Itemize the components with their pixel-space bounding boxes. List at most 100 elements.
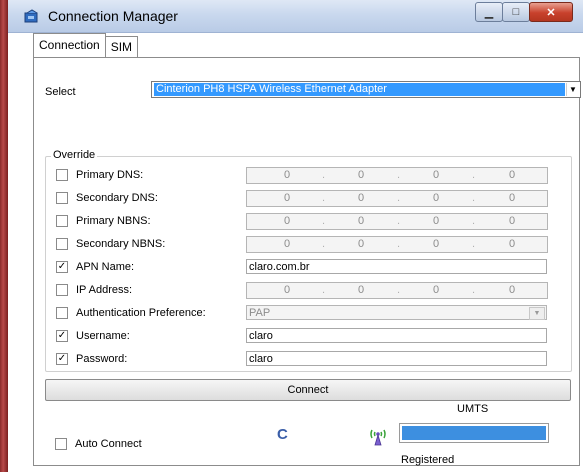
close-button[interactable]: ✕: [529, 2, 573, 22]
password-checkbox[interactable]: ✓: [56, 353, 68, 365]
maximize-button[interactable]: □: [502, 2, 530, 22]
connection-manager-window: Connection Manager ▁ □ ✕ Connection SIM …: [0, 0, 583, 472]
octet: 0: [433, 215, 440, 227]
secondary-dns-field: 0 . 0 . 0 . 0: [246, 190, 548, 207]
octet: 0: [509, 192, 516, 204]
dot-separator: .: [397, 284, 401, 296]
octet: 0: [358, 215, 365, 227]
octet: 0: [284, 192, 291, 204]
primary-dns-label: Primary DNS:: [76, 169, 144, 181]
dot-separator: .: [322, 169, 326, 181]
override-group: Override Primary DNS: 0 . 0 . 0 . 0 Seco…: [45, 149, 572, 372]
secondary-dns-row: Secondary DNS:: [56, 190, 158, 206]
username-input[interactable]: claro: [246, 328, 547, 343]
password-row: ✓ Password:: [56, 351, 127, 367]
minimize-button[interactable]: ▁: [475, 2, 503, 22]
octet: 0: [358, 169, 365, 181]
username-label: Username:: [76, 330, 130, 342]
apn-checkbox[interactable]: ✓: [56, 261, 68, 273]
override-group-title: Override: [51, 149, 98, 161]
apn-label: APN Name:: [76, 261, 135, 273]
secondary-nbns-row: Secondary NBNS:: [56, 236, 165, 252]
app-icon: [24, 9, 38, 23]
dot-separator: .: [397, 192, 401, 204]
loading-spinner-icon: C: [277, 426, 288, 443]
window-controls: ▁ □ ✕: [475, 2, 573, 22]
primary-dns-field: 0 . 0 . 0 . 0: [246, 167, 548, 184]
octet: 0: [358, 238, 365, 250]
dot-separator: .: [472, 215, 476, 227]
tab-strip: Connection SIM: [33, 33, 139, 57]
adapter-select-value: Cinterion PH8 HSPA Wireless Ethernet Ada…: [154, 83, 565, 96]
antenna-signal-icon: [370, 429, 386, 446]
dot-separator: .: [472, 238, 476, 250]
password-label: Password:: [76, 353, 128, 365]
auto-connect-label: Auto Connect: [75, 438, 142, 450]
window-title: Connection Manager: [48, 8, 178, 24]
octet: 0: [433, 169, 440, 181]
dot-separator: .: [322, 215, 326, 227]
secondary-dns-label: Secondary DNS:: [76, 192, 158, 204]
registration-status: Registered: [401, 454, 455, 466]
primary-nbns-row: Primary NBNS:: [56, 213, 151, 229]
signal-strength-fill: [402, 426, 546, 440]
background-window-edge: [0, 0, 8, 472]
primary-nbns-checkbox[interactable]: [56, 215, 68, 227]
secondary-dns-checkbox[interactable]: [56, 192, 68, 204]
ip-address-checkbox[interactable]: [56, 284, 68, 296]
dot-separator: .: [322, 284, 326, 296]
chevron-down-icon[interactable]: ▼: [566, 83, 579, 96]
chevron-down-icon: ▼: [529, 307, 545, 320]
dot-separator: .: [472, 284, 476, 296]
octet: 0: [284, 169, 291, 181]
dot-separator: .: [472, 169, 476, 181]
client-area: Connection SIM Select Cinterion PH8 HSPA…: [8, 33, 583, 472]
octet: 0: [433, 284, 440, 296]
tab-sim[interactable]: SIM: [105, 36, 139, 57]
secondary-nbns-field: 0 . 0 . 0 . 0: [246, 236, 548, 253]
primary-dns-row: Primary DNS:: [56, 167, 143, 183]
octet: 0: [509, 284, 516, 296]
dot-separator: .: [397, 238, 401, 250]
connect-button[interactable]: Connect: [45, 379, 571, 401]
octet: 0: [509, 169, 516, 181]
ip-address-row: IP Address:: [56, 282, 132, 298]
auto-connect-row: Auto Connect: [55, 436, 142, 452]
primary-dns-checkbox[interactable]: [56, 169, 68, 181]
primary-nbns-field: 0 . 0 . 0 . 0: [246, 213, 548, 230]
octet: 0: [509, 238, 516, 250]
secondary-nbns-label: Secondary NBNS:: [76, 238, 166, 250]
octet: 0: [509, 215, 516, 227]
apn-input[interactable]: claro.com.br: [246, 259, 547, 274]
dot-separator: .: [322, 238, 326, 250]
title-bar[interactable]: Connection Manager ▁ □ ✕: [8, 0, 583, 33]
auth-checkbox[interactable]: [56, 307, 68, 319]
dot-separator: .: [322, 192, 326, 204]
octet: 0: [284, 238, 291, 250]
ip-address-label: IP Address:: [76, 284, 133, 296]
auth-select-value: PAP: [249, 307, 271, 319]
username-checkbox[interactable]: ✓: [56, 330, 68, 342]
octet: 0: [433, 238, 440, 250]
octet: 0: [433, 192, 440, 204]
octet: 0: [358, 192, 365, 204]
password-input[interactable]: claro: [246, 351, 547, 366]
network-type-label: UMTS: [457, 403, 489, 415]
ip-address-field: 0 . 0 . 0 . 0: [246, 282, 548, 299]
tab-connection[interactable]: Connection: [33, 33, 106, 57]
apn-row: ✓ APN Name:: [56, 259, 134, 275]
dot-separator: .: [397, 169, 401, 181]
primary-nbns-label: Primary NBNS:: [76, 215, 151, 227]
connection-tab-panel: Select Cinterion PH8 HSPA Wireless Ether…: [33, 57, 581, 466]
signal-strength-bar: [399, 423, 549, 443]
secondary-nbns-checkbox[interactable]: [56, 238, 68, 250]
select-label: Select: [45, 86, 76, 98]
username-row: ✓ Username:: [56, 328, 130, 344]
auth-row: Authentication Preference:: [56, 305, 206, 321]
adapter-select[interactable]: Cinterion PH8 HSPA Wireless Ethernet Ada…: [151, 81, 581, 98]
octet: 0: [284, 284, 291, 296]
octet: 0: [358, 284, 365, 296]
auto-connect-checkbox[interactable]: [55, 438, 67, 450]
dot-separator: .: [472, 192, 476, 204]
auth-select: PAP ▼: [246, 305, 547, 320]
